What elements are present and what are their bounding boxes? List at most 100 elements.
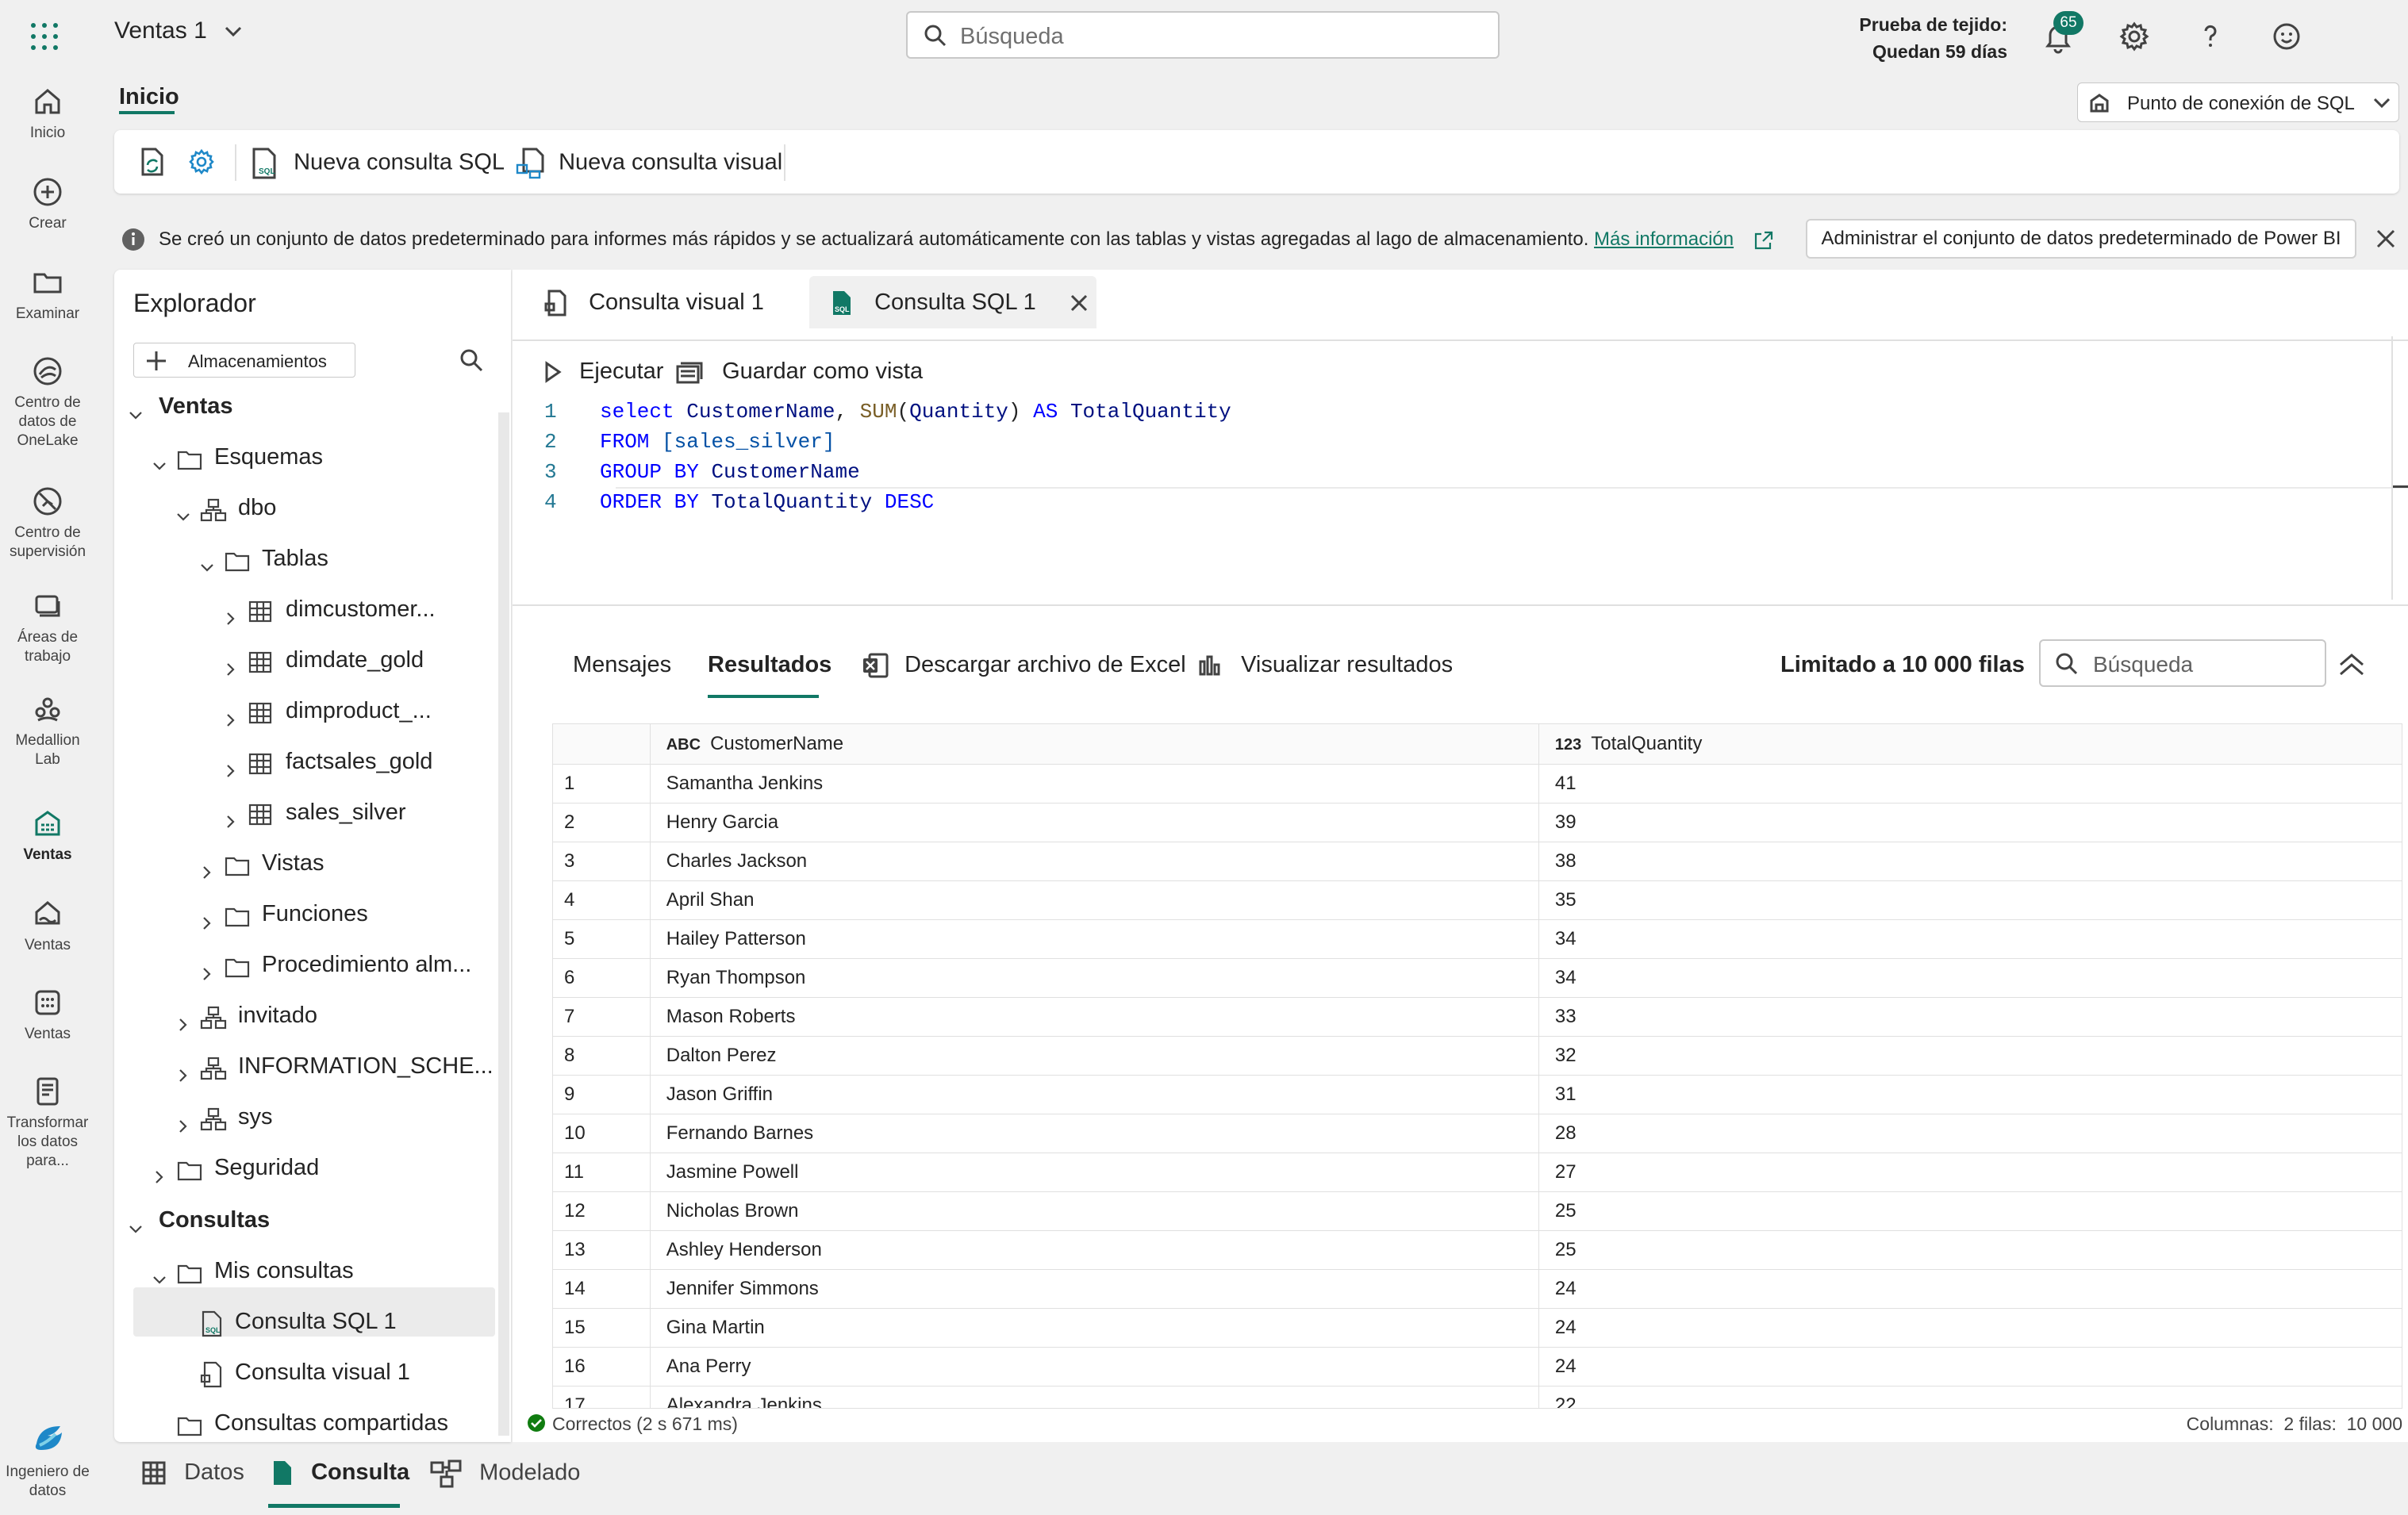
table-row[interactable]: 1 Samantha Jenkins 41	[553, 764, 2402, 804]
row-number-cell[interactable]: 9	[553, 1075, 651, 1114]
collapse-results-icon[interactable]	[2337, 650, 2366, 679]
total-quantity-cell[interactable]: 28	[1538, 1114, 2402, 1153]
total-quantity-cell[interactable]: 24	[1538, 1269, 2402, 1309]
nav-create[interactable]: Crear	[0, 175, 95, 233]
total-quantity-cell[interactable]: 25	[1538, 1191, 2402, 1231]
save-as-view-button[interactable]: Guardar como vista	[676, 359, 923, 385]
chevron-down-icon[interactable]	[151, 1263, 168, 1284]
tree-item[interactable]: Consulta visual 1	[175, 1356, 410, 1388]
tab-visual-query[interactable]: Consulta visual 1	[544, 276, 806, 328]
open-external-icon[interactable]	[1753, 230, 1774, 251]
explorer-scrollbar[interactable]	[498, 412, 509, 1436]
total-quantity-cell[interactable]: 24	[1538, 1308, 2402, 1348]
customer-name-cell[interactable]: Ana Perry	[650, 1347, 1539, 1387]
chevron-down-icon[interactable]	[151, 449, 168, 470]
tree-item[interactable]: sales_silver	[222, 796, 406, 828]
new-visual-query-button[interactable]: Nueva consulta visual	[516, 148, 782, 179]
row-number-cell[interactable]: 8	[553, 1036, 651, 1076]
customer-name-cell[interactable]: Mason Roberts	[650, 997, 1539, 1037]
row-number-cell[interactable]: 14	[553, 1269, 651, 1309]
tree-item[interactable]: factsales_gold	[222, 746, 432, 777]
nav-browse[interactable]: Examinar	[0, 265, 95, 324]
row-number-cell[interactable]: 12	[553, 1191, 651, 1231]
table-row[interactable]: 8 Dalton Perez 32	[553, 1036, 2402, 1076]
row-number-cell[interactable]: 4	[553, 880, 651, 920]
row-number-cell[interactable]: 6	[553, 958, 651, 998]
nav-home[interactable]: Inicio	[0, 84, 95, 143]
table-row[interactable]: 15 Gina Martin 24	[553, 1308, 2402, 1348]
feedback-smiley-icon[interactable]	[2268, 17, 2306, 56]
results-grid[interactable]: ABC CustomerName 123 TotalQuantity 1 Samant…	[552, 723, 2402, 1409]
chevron-right-icon[interactable]	[222, 804, 240, 828]
tree-item[interactable]: Tablas	[198, 543, 328, 574]
editor-results-splitter[interactable]	[513, 604, 2408, 606]
visualize-results-button[interactable]: Visualizar resultados	[1198, 652, 1453, 678]
run-button[interactable]: Ejecutar	[544, 359, 663, 385]
table-row[interactable]: 16 Ana Perry 24	[553, 1347, 2402, 1387]
nav-ventas-semantic-model[interactable]: Ventas	[0, 985, 95, 1044]
ribbon-tab-home[interactable]: Inicio	[119, 84, 179, 110]
download-excel-button[interactable]: Descargar archivo de Excel	[862, 652, 1186, 679]
table-row[interactable]: 9 Jason Griffin 31	[553, 1075, 2402, 1114]
nav-ventas-lakehouse[interactable]: Ventas	[0, 896, 95, 955]
chevron-right-icon[interactable]	[222, 652, 240, 676]
bottom-tab-data[interactable]: Datos	[141, 1459, 244, 1486]
chevron-down-icon[interactable]	[127, 398, 144, 420]
row-number-cell[interactable]: 2	[553, 803, 651, 842]
customer-name-cell[interactable]: Gina Martin	[650, 1308, 1539, 1348]
customer-name-cell[interactable]: Jason Griffin	[650, 1075, 1539, 1114]
tree-item[interactable]: Vistas	[198, 847, 324, 879]
app-launcher-icon[interactable]	[29, 21, 68, 52]
tab-sql-query[interactable]: SQL Consulta SQL 1	[809, 276, 1096, 328]
tree-item[interactable]: dimcustomer...	[222, 593, 436, 625]
customer-name-cell[interactable]: Charles Jackson	[650, 842, 1539, 881]
total-quantity-cell[interactable]: 32	[1538, 1036, 2402, 1076]
row-number-cell[interactable]: 3	[553, 842, 651, 881]
chevron-right-icon[interactable]	[175, 1109, 192, 1133]
chevron-right-icon[interactable]	[222, 754, 240, 777]
learn-more-link[interactable]: Más información	[1594, 228, 1734, 250]
tree-item[interactable]: dimproduct_...	[222, 695, 432, 727]
help-icon[interactable]	[2191, 17, 2229, 56]
workspace-switcher[interactable]: Ventas 1	[114, 17, 242, 44]
results-search-input[interactable]: Búsqueda	[2039, 639, 2326, 687]
customer-name-cell[interactable]: Alexandra Jenkins	[650, 1386, 1539, 1408]
tree-item[interactable]: dbo	[175, 492, 276, 524]
tab-messages[interactable]: Mensajes	[573, 652, 671, 678]
customer-name-cell[interactable]: Ryan Thompson	[650, 958, 1539, 998]
settings-gear-icon[interactable]	[2115, 17, 2153, 56]
chevron-right-icon[interactable]	[175, 1007, 192, 1031]
explorer-search-icon[interactable]	[459, 347, 484, 373]
chevron-right-icon[interactable]	[198, 906, 216, 930]
chevron-down-icon[interactable]	[198, 550, 216, 572]
new-sql-query-button[interactable]: SQL Nueva consulta SQL	[251, 148, 505, 179]
total-quantity-cell[interactable]: 24	[1538, 1347, 2402, 1387]
nav-medallion-lab[interactable]: Medallion Lab	[0, 692, 95, 769]
tree-item[interactable]: Procedimiento alm...	[198, 949, 471, 980]
tree-item[interactable]: INFORMATION_SCHE...	[175, 1050, 494, 1082]
tree-item[interactable]: Consultas	[127, 1204, 270, 1236]
code-line[interactable]: 4 ORDER BY TotalQuantity DESC	[544, 487, 2393, 517]
sql-endpoint-dropdown[interactable]: Punto de conexión de SQL	[2077, 82, 2399, 122]
tree-item[interactable]: Funciones	[198, 898, 368, 930]
add-warehouses-button[interactable]: Almacenamientos	[133, 343, 355, 378]
tree-item[interactable]: invitado	[175, 999, 317, 1031]
customer-name-cell[interactable]: Hailey Patterson	[650, 919, 1539, 959]
sql-code-editor[interactable]: 1 select CustomerName, SUM(Quantity) AS T…	[544, 397, 2393, 517]
chevron-right-icon[interactable]	[222, 601, 240, 625]
row-number-cell[interactable]: 5	[553, 919, 651, 959]
nav-experience-switcher[interactable]: Ingeniero de datos	[0, 1420, 95, 1501]
customer-name-cell[interactable]: Ashley Henderson	[650, 1230, 1539, 1270]
chevron-down-icon[interactable]	[175, 500, 192, 521]
nav-dataflow[interactable]: Transformar los datos para...	[0, 1074, 95, 1171]
row-number-cell[interactable]: 17	[553, 1386, 651, 1408]
tree-item[interactable]: sys	[175, 1101, 273, 1133]
column-header-totalquantity[interactable]: 123 TotalQuantity	[1538, 724, 2402, 765]
customer-name-cell[interactable]: Dalton Perez	[650, 1036, 1539, 1076]
close-tab-icon[interactable]	[1070, 293, 1089, 313]
chevron-right-icon[interactable]	[198, 957, 216, 980]
table-row[interactable]: 3 Charles Jackson 38	[553, 842, 2402, 881]
nav-workspaces[interactable]: Áreas de trabajo	[0, 589, 95, 666]
bottom-tab-model[interactable]: Modelado	[430, 1459, 580, 1488]
settings-gear-icon[interactable]	[186, 146, 217, 178]
